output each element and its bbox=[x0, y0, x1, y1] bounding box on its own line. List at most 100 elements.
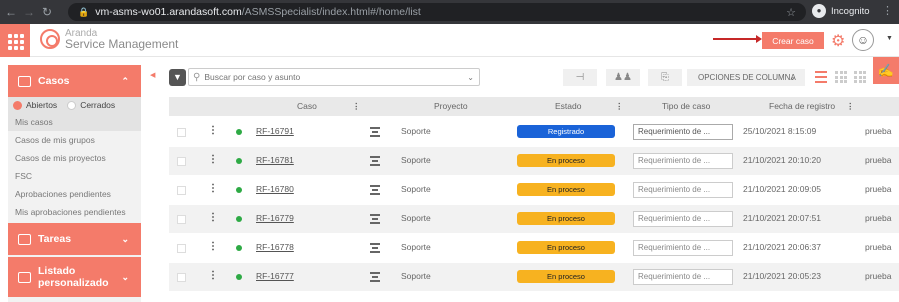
incognito-label: Incognito bbox=[831, 5, 870, 17]
create-case-button[interactable]: Crear caso bbox=[762, 32, 824, 49]
list-icon bbox=[18, 271, 31, 283]
annotation-arrow bbox=[713, 35, 762, 43]
header-proyecto[interactable]: Proyecto bbox=[434, 101, 468, 111]
side-panel-tab-icon[interactable]: ✍ bbox=[873, 57, 899, 84]
sidebar-item-aprobaciones[interactable]: Aprobaciones pendientes bbox=[8, 185, 141, 203]
clear-filter-icon[interactable]: ⊣ bbox=[563, 69, 597, 86]
case-type-field[interactable]: Requerimiento de ... bbox=[633, 182, 733, 198]
case-id-link[interactable]: RF-16777 bbox=[256, 271, 294, 281]
row-menu-icon[interactable]: ⋮ bbox=[208, 212, 218, 223]
table-row[interactable]: ⋮ RF-16791 Soporte Registrado Requerimiento … bbox=[169, 118, 899, 146]
status-badge: Registrado bbox=[517, 125, 615, 138]
column-menu-icon[interactable]: ⋮ bbox=[846, 101, 855, 112]
export-icon[interactable]: ⎘ bbox=[648, 69, 682, 86]
row-user: prueba bbox=[865, 242, 892, 252]
address-bar[interactable]: 🔒 vm-asms-wo01.arandasoft.com/ASMSSpecia… bbox=[68, 3, 806, 21]
lock-icon: 🔒 bbox=[78, 6, 90, 17]
browser-menu-icon[interactable]: ⋮ bbox=[882, 4, 893, 17]
sidebar-item-fsc[interactable]: FSC bbox=[8, 167, 141, 185]
case-id-link[interactable]: RF-16780 bbox=[256, 184, 294, 194]
sidebar-section-label: Tareas bbox=[38, 233, 72, 245]
search-dropdown-icon[interactable]: ⌄ bbox=[467, 73, 474, 82]
row-menu-icon[interactable]: ⋮ bbox=[208, 125, 218, 136]
sidebar-item-mis-aprobaciones[interactable]: Mis aprobaciones pendientes bbox=[8, 203, 141, 221]
back-icon[interactable]: ← bbox=[2, 5, 20, 19]
status-dot bbox=[236, 245, 242, 251]
incognito-indicator[interactable]: ● Incognito bbox=[812, 4, 870, 18]
registration-date: 21/10/2021 20:05:23 bbox=[743, 271, 821, 281]
gear-icon[interactable]: ⚙ bbox=[831, 31, 845, 51]
row-user: prueba bbox=[865, 155, 892, 165]
row-checkbox[interactable] bbox=[177, 244, 186, 253]
status-badge: En proceso bbox=[517, 241, 615, 254]
row-checkbox[interactable] bbox=[177, 215, 186, 224]
url-host: vm-asms-wo01.arandasoft.com bbox=[95, 6, 242, 18]
sidebar-section-tareas[interactable]: Tareas ⌄ bbox=[8, 223, 141, 255]
row-menu-icon[interactable]: ⋮ bbox=[208, 270, 218, 281]
row-menu-icon[interactable]: ⋮ bbox=[208, 154, 218, 165]
bookmark-star-icon[interactable]: ☆ bbox=[786, 6, 796, 19]
search-input[interactable] bbox=[204, 72, 465, 82]
registration-date: 21/10/2021 20:10:20 bbox=[743, 155, 821, 165]
row-checkbox[interactable] bbox=[177, 157, 186, 166]
reload-icon[interactable]: ↻ bbox=[38, 5, 56, 19]
case-type-field[interactable]: Requerimiento de ... bbox=[633, 240, 733, 256]
board-view-icon[interactable] bbox=[854, 71, 866, 83]
chevron-down-icon: ⌄ bbox=[121, 272, 129, 282]
status-dot bbox=[236, 129, 242, 135]
case-id-link[interactable]: RF-16779 bbox=[256, 213, 294, 223]
status-dot bbox=[236, 158, 242, 164]
header-fecha[interactable]: Fecha de registro bbox=[769, 101, 835, 111]
table-row[interactable]: ⋮ RF-16780 Soporte En proceso Requerimiento … bbox=[169, 176, 899, 204]
collapse-sidebar-icon[interactable]: ◀ bbox=[150, 71, 155, 79]
table-row[interactable]: ⋮ RF-16777 Soporte En proceso Requerimiento … bbox=[169, 263, 899, 291]
table-row[interactable]: ⋮ RF-16781 Soporte En proceso Requerimiento … bbox=[169, 147, 899, 175]
case-id-link[interactable]: RF-16778 bbox=[256, 242, 294, 252]
case-type-field[interactable]: Requerimiento de ... bbox=[633, 211, 733, 227]
row-checkbox[interactable] bbox=[177, 273, 186, 282]
row-menu-icon[interactable]: ⋮ bbox=[208, 241, 218, 252]
search-box: ⚲ ⌄ bbox=[188, 68, 480, 86]
project-icon bbox=[370, 243, 380, 253]
case-id-link[interactable]: RF-16781 bbox=[256, 155, 294, 165]
sidebar-section-casos[interactable]: Casos ⌃ bbox=[8, 65, 141, 97]
column-menu-icon[interactable]: ⋮ bbox=[352, 101, 361, 112]
column-options-button[interactable]: OPCIONES DE COLUMNA ⌄ bbox=[687, 69, 805, 86]
list-view-icon[interactable] bbox=[815, 71, 827, 83]
header-tipo-caso[interactable]: Tipo de caso bbox=[662, 101, 710, 111]
open-closed-toggle: Abiertos Cerrados bbox=[8, 97, 141, 113]
project-name: Soporte bbox=[401, 126, 431, 136]
column-options-label: OPCIONES DE COLUMNA bbox=[698, 73, 796, 82]
header-caso[interactable]: Caso bbox=[297, 101, 317, 111]
toggle-closed-label: Cerrados bbox=[80, 100, 116, 110]
apps-grid-icon[interactable] bbox=[0, 24, 30, 57]
case-type-field[interactable]: Requerimiento de ... bbox=[633, 124, 733, 140]
column-menu-icon[interactable]: ⋮ bbox=[615, 101, 624, 112]
sidebar-item-mis-casos[interactable]: Mis casos bbox=[8, 113, 141, 131]
case-id-link[interactable]: RF-16791 bbox=[256, 126, 294, 136]
project-name: Soporte bbox=[401, 155, 431, 165]
header-estado[interactable]: Estado bbox=[555, 101, 581, 111]
grid-view-icon[interactable] bbox=[835, 71, 847, 83]
browser-toolbar: ← → ↻ 🔒 vm-asms-wo01.arandasoft.com/ASMS… bbox=[0, 0, 899, 24]
filter-icon[interactable]: ▼ bbox=[169, 69, 186, 86]
row-checkbox[interactable] bbox=[177, 186, 186, 195]
forward-icon[interactable]: → bbox=[20, 5, 38, 19]
chevron-down-icon[interactable]: ▼ bbox=[886, 35, 893, 42]
table-row[interactable]: ⋮ RF-16778 Soporte En proceso Requerimiento … bbox=[169, 234, 899, 262]
registration-date: 21/10/2021 20:07:51 bbox=[743, 213, 821, 223]
sidebar-item-casos-grupos[interactable]: Casos de mis grupos bbox=[8, 131, 141, 149]
radio-abiertos[interactable] bbox=[13, 100, 22, 110]
row-checkbox[interactable] bbox=[177, 128, 186, 137]
case-type-field[interactable]: Requerimiento de ... bbox=[633, 269, 733, 285]
group-icon[interactable]: ♟♟ bbox=[606, 69, 640, 86]
case-type-field[interactable]: Requerimiento de ... bbox=[633, 153, 733, 169]
table-row[interactable]: ⋮ RF-16779 Soporte En proceso Requerimiento … bbox=[169, 205, 899, 233]
project-icon bbox=[370, 127, 380, 137]
project-name: Soporte bbox=[401, 271, 431, 281]
sidebar-section-listado[interactable]: Listado personalizado ⌄ bbox=[8, 257, 141, 297]
radio-cerrados[interactable] bbox=[67, 100, 77, 110]
user-avatar-icon[interactable]: ☺ bbox=[852, 29, 874, 51]
sidebar-item-casos-proyectos[interactable]: Casos de mis proyectos bbox=[8, 149, 141, 167]
row-menu-icon[interactable]: ⋮ bbox=[208, 183, 218, 194]
